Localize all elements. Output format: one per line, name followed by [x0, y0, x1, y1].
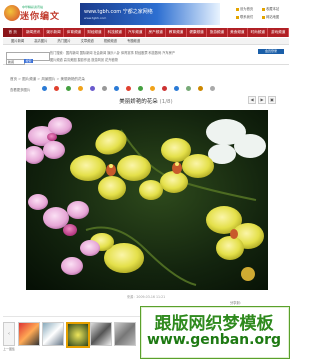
- star-icon: [262, 7, 265, 11]
- watermark-title: 跟版网织梦模板: [154, 314, 274, 334]
- thumbnail-label[interactable]: 上一图集: [3, 347, 15, 351]
- share-renren-icon[interactable]: [114, 86, 119, 91]
- nav-item[interactable]: 旅游频道: [207, 28, 228, 37]
- breadcrumb-item[interactable]: 首页: [10, 77, 17, 81]
- orchid-photo: [26, 110, 268, 290]
- breadcrumb-item[interactable]: 图片频道: [22, 77, 36, 81]
- map-icon: [262, 15, 265, 19]
- share-qzone-icon[interactable]: [78, 86, 83, 91]
- nav-item[interactable]: 教育频道: [166, 28, 187, 37]
- nav-item[interactable]: 游戏频道: [268, 28, 289, 37]
- prev-image-area[interactable]: [4, 110, 24, 290]
- prev-photo-button[interactable]: ◀: [248, 96, 256, 104]
- sub-nav-item[interactable]: 高清图片: [34, 38, 47, 44]
- nav-item[interactable]: 时尚频道: [248, 28, 269, 37]
- photo-counter: (1/8): [159, 99, 173, 105]
- banner-text: www.tgbh.com 宁都之家网络: [84, 9, 153, 15]
- nav-item[interactable]: 娱乐新闻: [44, 28, 65, 37]
- home-icon: [236, 7, 239, 11]
- share-sina-icon[interactable]: [198, 86, 203, 91]
- breadcrumb-item[interactable]: 风景图片: [41, 77, 55, 81]
- main-photo[interactable]: [26, 110, 268, 290]
- share-douban-icon[interactable]: [90, 86, 95, 91]
- share-sohu-icon[interactable]: [162, 86, 167, 91]
- next-photo-button[interactable]: ▶: [258, 96, 266, 104]
- share-more-icon[interactable]: [102, 86, 107, 91]
- thumbnail[interactable]: [18, 322, 40, 346]
- breadcrumb-current: 美丽娇艳的花朵: [60, 77, 86, 81]
- sub-nav-item[interactable]: 专题频道: [127, 38, 140, 44]
- top-link-favorite[interactable]: 收藏本站: [262, 6, 279, 11]
- sub-nav-item[interactable]: 图片新闻: [11, 38, 24, 44]
- thumbnail[interactable]: [90, 322, 112, 346]
- print-icon[interactable]: [210, 86, 215, 91]
- login-button[interactable]: 会员登录: [258, 49, 284, 54]
- share-qq-icon[interactable]: [42, 86, 47, 91]
- nav-item-home[interactable]: 首 页: [3, 28, 24, 37]
- nav-item[interactable]: 财经频道: [85, 28, 106, 37]
- sub-nav-item[interactable]: 视频频道: [104, 38, 117, 44]
- top-link-contact[interactable]: 联系我们: [236, 14, 253, 19]
- site-name[interactable]: 迷你编文: [20, 9, 60, 22]
- nav-item[interactable]: 美食频道: [228, 28, 249, 37]
- share-wechat-icon[interactable]: [66, 86, 71, 91]
- mail-icon: [236, 15, 239, 19]
- share-weibo-icon[interactable]: [54, 86, 59, 91]
- sub-nav-item[interactable]: 热门图片: [57, 38, 70, 44]
- thumbnail-active[interactable]: [66, 322, 90, 348]
- banner-subtext: www.tgbh.com: [84, 16, 107, 20]
- hot-keywords[interactable]: 热门搜索：国内新闻 国际新闻 社会新闻 娱乐八卦 体育赛事 财经股票 科技数码 …: [50, 50, 250, 55]
- breadcrumb: 首页 > 图片频道 > 风景图片 > 美丽娇艳的花朵: [10, 77, 86, 81]
- nav-item[interactable]: 房产频道: [146, 28, 167, 37]
- share-163-icon[interactable]: [174, 86, 179, 91]
- sub-nav-item[interactable]: 文章频道: [81, 38, 94, 44]
- nav-item[interactable]: 体育频道: [64, 28, 85, 37]
- thumbnail[interactable]: [114, 322, 136, 346]
- share-label: 分享到：: [230, 301, 243, 305]
- share-tqq-icon[interactable]: [126, 86, 131, 91]
- nav-item[interactable]: 健康频道: [187, 28, 208, 37]
- share-taobao-icon[interactable]: [186, 86, 191, 91]
- main-nav: 首 页 新闻资讯 娱乐新闻 体育频道 财经频道 科技频道 汽车频道 房产频道 教…: [3, 28, 289, 37]
- nav-item[interactable]: 汽车频道: [126, 28, 146, 37]
- thumbnail[interactable]: [42, 322, 64, 346]
- sub-nav: 图片新闻 高清图片 热门图片 文章频道 视频频道 专题频道: [3, 38, 289, 45]
- hot-keywords-secondary[interactable]: 图片频道 高清美图 摄影作品 旅游风景 花卉植物: [50, 57, 118, 62]
- photo-caption: 来源：2009-03-16 11:21: [126, 295, 166, 299]
- thumbnail-prev-button[interactable]: ‹: [3, 322, 15, 346]
- next-image-area[interactable]: [270, 110, 290, 290]
- fullscreen-button[interactable]: ▣: [268, 96, 276, 104]
- watermark-url: www.genban.org: [146, 332, 281, 348]
- nav-item[interactable]: 科技频道: [105, 28, 126, 37]
- toolbar-label: 查看更多图片: [10, 88, 31, 92]
- site-logo[interactable]: [4, 5, 20, 21]
- search-category-select[interactable]: 新闻: [6, 59, 25, 65]
- share-kaixin-icon[interactable]: [138, 86, 143, 91]
- top-link-home[interactable]: 设为首页: [236, 6, 253, 11]
- photo-title-text: 美丽娇艳的花朵: [119, 99, 158, 105]
- search-button[interactable]: 搜索: [24, 59, 33, 63]
- top-link-sitemap[interactable]: 网站地图: [262, 14, 279, 19]
- share-baidu-icon[interactable]: [150, 86, 155, 91]
- nav-item[interactable]: 新闻资讯: [23, 28, 44, 37]
